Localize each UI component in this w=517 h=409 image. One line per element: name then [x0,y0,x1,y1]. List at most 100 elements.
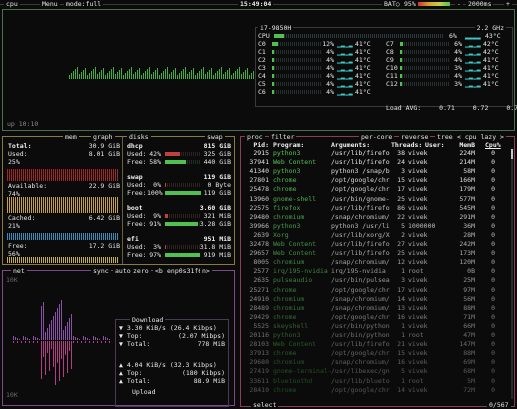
mem-free: Free: 17.2 GiB [8,242,120,250]
proc-filter[interactable]: filter [269,133,297,141]
process-row[interactable]: 25478 chrome/opt/google/chr 17 vivek 179M 0 [245,186,511,193]
load-average: Load AVG: 0.71 0.72 0.73 [386,104,517,112]
mem-cached-graph [7,233,119,240]
process-row[interactable]: 32478 Web Content/usr/lib/firefo 27 vivek 24… [245,241,511,248]
core-bar-fill [400,74,402,78]
net-zero-toggle[interactable]: zero [131,267,151,275]
refresh-rate[interactable]: 2000ms [466,0,494,8]
net-sync-toggle[interactable]: sync [91,267,111,275]
process-row[interactable]: 39966 python3 python3 /usr/li 5 1000000 36M 0 [245,222,511,230]
core-bar [272,58,322,62]
core-name: C4 [258,72,266,80]
process-row[interactable]: 22575 firefox/usr/lib/firefo 86 vivek 545M 0 [245,204,511,212]
process-row[interactable]: 29429 chrome/opt/google/chr 16 vivek 71M 0 [245,313,511,321]
download-label: Download [130,316,166,324]
mem-cached: Cached: 6.42 GiB [8,214,120,222]
process-row[interactable]: 2577 irq/195-nvidia irq/195-nvidia 1 root 0B 0 [245,268,511,275]
process-row[interactable]: 29657 Web Content/usr/lib/firefo 25 vivek 17… [245,250,511,257]
col-memb[interactable]: MemB [451,142,475,149]
core-spark: ▁▂▁▂ [337,80,353,88]
process-row[interactable]: 2635 pulseaudio/usr/bin/pulsea 3 vivek 25M 0 [245,277,511,284]
process-row[interactable]: 20116 python3/usr/bin/python 1 root 47M 0 [245,332,511,339]
core-bar [272,90,322,94]
core-temp: 41°C [483,64,499,72]
core-percent: 3% [454,80,462,88]
process-row[interactable]: 28410 chrome/opt/google/chr 14 vivek 72M 0 [245,386,511,394]
download-top: ▼ Top: (2.07 Mibps) [119,332,225,340]
core-temp: 41°C [355,48,371,56]
core-spark: ▁▂▁▂ [337,48,353,56]
disk-name: efi [127,235,139,243]
col-program[interactable]: Program: [273,142,304,149]
core-temp: 41°C [483,56,499,64]
tree-toggle[interactable]: tree [435,133,455,141]
process-row[interactable]: 27419 gnome-terminal-/usr/libexec/gn 5 vive… [245,368,511,375]
sort-selector[interactable]: < cpu lazy > [455,133,506,141]
proc-panel: proc filter per-core reverse tree < cpu … [240,133,515,409]
menu-button[interactable]: Menu [40,0,60,8]
select-button[interactable]: select [251,401,279,409]
disk-size: 119 GiB [203,173,231,181]
core-bar [400,50,450,54]
core-percent: 4% [326,72,334,80]
process-row[interactable]: 37913 chrome/opt/google/chr 15 vivek 88M 0 [245,350,511,357]
process-row[interactable]: 8005 chromium/snap/chromium/12 vivek 120M 0 [245,259,511,266]
col-cpu[interactable]: Cpu% [485,142,501,149]
process-row[interactable]: 37941 Web Content/usr/lib/firefo 24 vivek 21… [245,159,511,166]
upload-top: ▲ Top: (180 Kibps) [119,369,225,377]
core-temp: 41°C [355,88,371,96]
process-row[interactable]: 2639 Xorg/usr/lib/xorg/X 2 vivek 28M 0 [245,231,511,239]
core-percent: 4% [454,48,462,56]
net-auto-toggle[interactable]: auto [113,267,133,275]
refresh-plus-button[interactable]: + [504,0,512,8]
core-name: C2 [258,56,266,64]
core-temp: 42°C [483,48,499,56]
core-percent: 4% [454,72,462,80]
process-row[interactable]: 27801 chrome/opt/google/chr 15 vivek 166M 0 [245,177,511,184]
net-title: net [11,267,27,275]
process-row[interactable]: 28489 chromium/snap/chromium/13 vivek 88M 0 [245,304,511,312]
core-bar [400,58,450,62]
col-pid[interactable]: Pid: [245,142,269,149]
per-core-toggle[interactable]: per-core [359,133,395,141]
core-bar-fill [400,42,403,46]
process-row[interactable]: 29680 chromium/snap/chromium/16 vivek 69M 0 [245,359,511,366]
core-name: C12 [386,80,398,88]
net-prev-iface-button[interactable]: <b [153,267,165,275]
core-spark: ▁▂▁▂ [337,88,353,96]
core-percent: 3% [454,64,462,72]
process-row[interactable]: 24910 chromium/snap/chromium/14 vivek 56M 0 [245,295,511,303]
disk-used-fill [165,214,169,218]
cpu-total-spark: ▂▂▂▂ [465,32,481,40]
download-rate: ▼ 3.30 KiB/s (26.4 Kibps) [119,324,217,332]
disk-size: 815 GiB [203,142,231,150]
cpu-toggle[interactable]: cpu [4,0,20,8]
disk-used-fill [165,245,167,249]
col-user[interactable]: User: [425,142,445,149]
process-row[interactable]: 33611 bluetoothd/usr/lib/blueto 1 root 5M 0 [245,377,511,385]
reverse-toggle[interactable]: reverse [399,133,431,141]
col-arguments[interactable]: Arguments: [331,142,370,149]
core-percent: 4% [326,88,334,96]
mem-graph-toggle[interactable]: graph [91,133,115,141]
process-row[interactable]: 29480 chromium/snap/chromium/22 vivek 291M 0 [245,213,511,221]
core-name: C6 [258,88,266,96]
process-row[interactable]: 25271 chrome/opt/google/chr 17 vivek 97M 0 [245,286,511,294]
core-bar-fill [272,42,278,46]
cpu-core-row: C4 4% ▁▂▁▂ 41°C [258,73,382,80]
process-row[interactable]: 5525 skeyshell/usr/bin/python 1 vivek 66M 0 [245,322,511,330]
core-temp: 41°C [483,80,499,88]
proc-scrollbar[interactable] [511,149,513,399]
process-row[interactable]: 28103 Web Content/usr/lib/firefo 21 vivek 14… [245,341,511,348]
col-threads[interactable]: Threads: [391,142,422,149]
core-bar-fill [400,58,402,62]
disk-free-fill [165,191,201,195]
process-row[interactable]: 2915 python3/usr/lib/firefo 38 vivek 224M 0 [245,150,511,157]
refresh-minus-button[interactable]: - [455,0,463,8]
net-next-iface-button[interactable]: n> [200,267,212,275]
process-row[interactable]: 13960 gnome-shell/usr/bin/gnome- 25 vivek 57… [245,195,511,203]
core-temp: 41°C [483,72,499,80]
mode-selector[interactable]: mode:full [64,0,104,8]
process-row[interactable]: 41340 python3 python3 /snap/b 3 vivek 58M 0 [245,168,511,175]
swap-toggle[interactable]: swap [205,133,225,141]
